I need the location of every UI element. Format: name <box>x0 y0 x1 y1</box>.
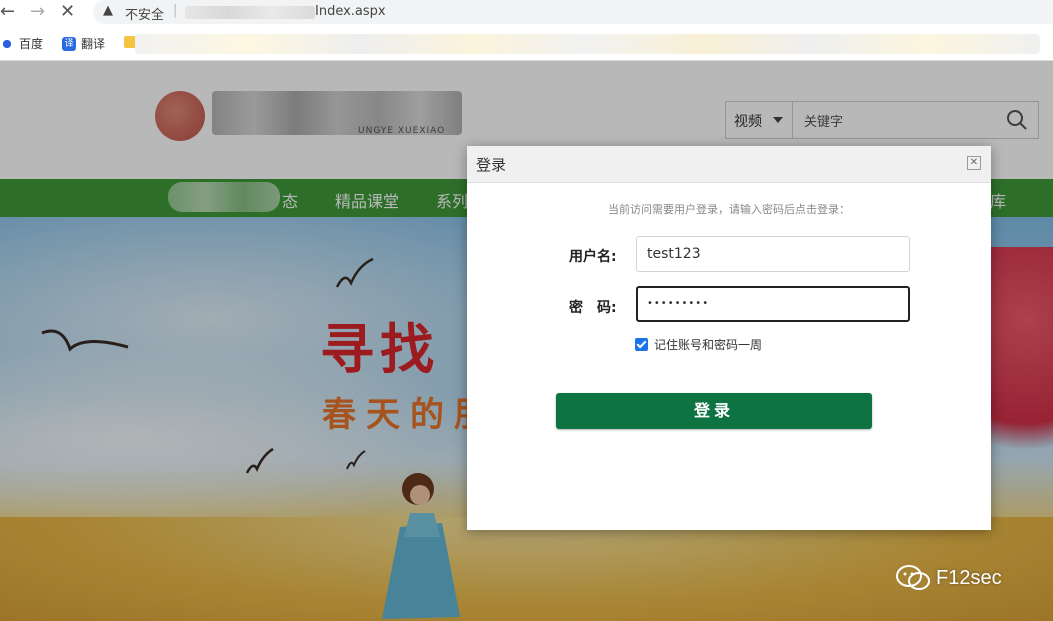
username-field[interactable]: test123 <box>636 236 910 272</box>
redacted-bookmarks <box>135 34 1040 54</box>
bookmark-baidu[interactable]: 百度 <box>0 35 43 52</box>
password-label: 密 码: <box>569 300 617 316</box>
bookmarks-bar: 百度 译 翻译 <box>0 30 1053 58</box>
back-icon[interactable]: ← <box>0 2 15 22</box>
address-bar[interactable]: ▲ 不安全 | Index.aspx <box>93 0 1053 24</box>
bookmark-translate[interactable]: 译 翻译 <box>62 35 105 52</box>
browser-toolbar: ← → ✕ ▲ 不安全 | Index.aspx <box>0 0 1053 26</box>
password-field[interactable]: ••••••••• <box>636 286 910 322</box>
warning-icon[interactable]: ▲ <box>103 3 113 18</box>
remember-me[interactable]: 记住账号和密码一周 <box>635 336 762 353</box>
login-button[interactable]: 登录 <box>556 393 872 429</box>
dialog-title: 登录 <box>476 156 507 174</box>
username-label: 用户名: <box>569 249 617 265</box>
close-icon[interactable]: ✕ <box>967 156 981 170</box>
wechat-icon <box>896 565 930 590</box>
forward-icon[interactable]: → <box>30 2 45 22</box>
login-dialog: 登录 ✕ 当前访问需要用户登录，请输入密码后点击登录： 用户名: test123… <box>467 146 991 530</box>
bookmark-label: 翻译 <box>81 37 106 51</box>
security-label: 不安全 <box>125 8 165 23</box>
remember-checkbox[interactable] <box>635 338 648 351</box>
dialog-header: 登录 ✕ <box>467 146 991 183</box>
watermark: F12sec <box>896 564 1002 592</box>
redacted-host <box>185 6 315 19</box>
remember-label: 记住账号和密码一周 <box>654 338 763 352</box>
translate-icon: 译 <box>62 36 76 51</box>
url-path: Index.aspx <box>315 4 386 19</box>
address-separator: | <box>173 3 178 18</box>
login-hint: 当前访问需要用户登录，请输入密码后点击登录： <box>608 203 850 216</box>
baidu-paw-icon <box>0 36 14 51</box>
bookmark-label: 百度 <box>19 37 44 51</box>
watermark-text: F12sec <box>936 566 1002 589</box>
stop-loading-icon[interactable]: ✕ <box>60 2 75 22</box>
